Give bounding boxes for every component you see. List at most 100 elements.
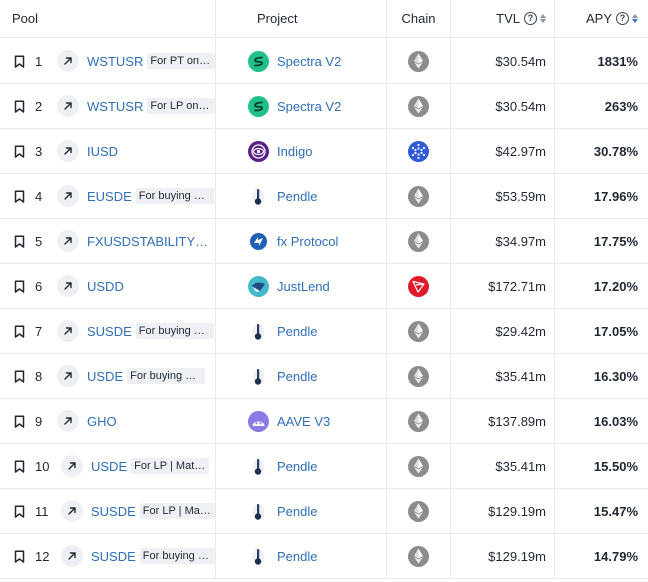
- pool-symbol-link[interactable]: SUSDE: [91, 549, 136, 564]
- open-pool-button[interactable]: [57, 320, 79, 342]
- table-row: 4 EUSDE For buying PT-eUSDe Pendle $53.: [0, 174, 648, 219]
- tvl-help-icon[interactable]: ?: [524, 12, 537, 25]
- apy-sort-icon[interactable]: [632, 14, 638, 23]
- pool-symbol-link[interactable]: EUSDE: [87, 189, 132, 204]
- pool-cell: 7 SUSDE For buying PT-sUSDe: [0, 309, 216, 353]
- pools-table: Pool Project Chain TVL ? APY ? 1 WSTUSR …: [0, 0, 648, 582]
- table-row: 6 USDD JustLend $172.71m 17.20%: [0, 264, 648, 309]
- open-pool-button[interactable]: [57, 50, 79, 72]
- project-link[interactable]: Pendle: [277, 189, 317, 204]
- arrow-up-right-icon: [64, 282, 72, 290]
- pool-symbol-link[interactable]: GHO: [87, 414, 117, 429]
- cardano-icon: [408, 140, 429, 162]
- pool-symbol-link[interactable]: SUSDE: [87, 324, 132, 339]
- tvl-cell: $129.19m: [451, 534, 555, 578]
- open-pool-button[interactable]: [57, 275, 79, 297]
- pool-rank: 3: [35, 143, 43, 159]
- bookmark-icon[interactable]: [14, 369, 25, 383]
- tvl-cell: $35.41m: [451, 354, 555, 398]
- aave-logo: [248, 410, 269, 432]
- apy-cell: 17.05%: [555, 309, 648, 353]
- apy-value: 1831%: [597, 53, 638, 69]
- tvl-sort-icon[interactable]: [540, 14, 546, 23]
- open-pool-button[interactable]: [61, 500, 83, 522]
- apy-value: 17.75%: [593, 233, 638, 249]
- bookmark-icon[interactable]: [14, 414, 25, 428]
- chain-cell: [387, 534, 451, 578]
- open-pool-button[interactable]: [57, 95, 79, 117]
- bookmark-icon[interactable]: [14, 99, 25, 113]
- pool-rank: 7: [35, 323, 43, 339]
- chain-cell: [387, 264, 451, 308]
- project-link[interactable]: Spectra V2: [277, 99, 341, 114]
- chain-cell: [387, 219, 451, 263]
- pool-meta-badge: For buying PT-sUSDe: [139, 548, 215, 564]
- apy-cell: 14.79%: [555, 534, 648, 578]
- pool-rank: 1: [35, 53, 43, 69]
- tvl-value: $30.54m: [495, 53, 546, 69]
- pool-symbol-link[interactable]: USDE: [87, 369, 123, 384]
- tvl-value: $30.54m: [495, 98, 546, 114]
- pool-meta-badge: For PT on Pendle: [147, 53, 215, 69]
- header-tvl[interactable]: TVL ?: [451, 0, 555, 37]
- apy-cell: 1831%: [555, 39, 648, 83]
- bookmark-icon[interactable]: [14, 144, 25, 158]
- bookmark-icon[interactable]: [14, 459, 25, 473]
- open-pool-button[interactable]: [61, 455, 83, 477]
- pool-symbol-link[interactable]: USDE: [91, 459, 127, 474]
- open-pool-button[interactable]: [57, 230, 79, 252]
- pool-symbol-link[interactable]: IUSD: [87, 144, 118, 159]
- bookmark-icon[interactable]: [14, 234, 25, 248]
- project-link[interactable]: Pendle: [277, 549, 317, 564]
- table-row: 11 SUSDE For LP | Maturity Pendle $129.: [0, 489, 648, 534]
- open-pool-button[interactable]: [57, 410, 79, 432]
- project-link[interactable]: fx Protocol: [277, 234, 338, 249]
- project-link[interactable]: Spectra V2: [277, 54, 341, 69]
- pool-cell: 9 GHO: [0, 399, 216, 443]
- apy-value: 263%: [604, 98, 638, 114]
- pool-symbol-link[interactable]: USDD: [87, 279, 124, 294]
- project-link[interactable]: AAVE V3: [277, 414, 330, 429]
- bookmark-icon[interactable]: [14, 189, 25, 203]
- bookmark-icon[interactable]: [14, 54, 25, 68]
- project-link[interactable]: Pendle: [277, 324, 317, 339]
- bookmark-icon[interactable]: [14, 549, 25, 563]
- header-tvl-label[interactable]: TVL: [496, 11, 520, 26]
- apy-cell: 17.20%: [555, 264, 648, 308]
- pool-symbol-link[interactable]: WSTUSR: [87, 54, 143, 69]
- apy-help-icon[interactable]: ?: [616, 12, 629, 25]
- apy-cell: 15.47%: [555, 489, 648, 533]
- project-link[interactable]: Pendle: [277, 504, 317, 519]
- project-cell: Pendle: [216, 354, 387, 398]
- header-apy-label[interactable]: APY: [586, 11, 612, 26]
- apy-value: 14.79%: [593, 548, 638, 564]
- project-link[interactable]: JustLend: [277, 279, 330, 294]
- project-link[interactable]: Indigo: [277, 144, 312, 159]
- open-pool-button[interactable]: [61, 545, 83, 567]
- bookmark-icon[interactable]: [14, 504, 25, 518]
- tvl-cell: $129.19m: [451, 489, 555, 533]
- project-link[interactable]: Pendle: [277, 369, 317, 384]
- bookmark-icon[interactable]: [14, 324, 25, 338]
- open-pool-button[interactable]: [57, 365, 79, 387]
- pool-symbol-link[interactable]: WSTUSR: [87, 99, 143, 114]
- pool-cell: 5 FXUSDSTABILITYPOOL: [0, 219, 216, 263]
- arrow-up-right-icon: [68, 552, 76, 560]
- pool-symbol-link[interactable]: FXUSDSTABILITYPOOL: [87, 234, 215, 249]
- tron-icon: [408, 275, 429, 297]
- tvl-value: $42.97m: [495, 143, 546, 159]
- project-cell: Pendle: [216, 174, 387, 218]
- open-pool-button[interactable]: [57, 185, 79, 207]
- header-apy[interactable]: APY ?: [555, 0, 648, 37]
- project-link[interactable]: Pendle: [277, 459, 317, 474]
- arrow-up-right-icon: [64, 372, 72, 380]
- open-pool-button[interactable]: [57, 140, 79, 162]
- pool-cell: 6 USDD: [0, 264, 216, 308]
- pool-cell: 3 IUSD: [0, 129, 216, 173]
- pool-rank: 4: [35, 188, 43, 204]
- bookmark-icon[interactable]: [14, 279, 25, 293]
- table-row: 7 SUSDE For buying PT-sUSDe Pendle $29.: [0, 309, 648, 354]
- pool-meta-badge: For buying PT-sUSDe: [135, 323, 214, 339]
- pool-symbol-link[interactable]: SUSDE: [91, 504, 136, 519]
- table-row: 3 IUSD Indigo $42.97m 30.78%: [0, 129, 648, 174]
